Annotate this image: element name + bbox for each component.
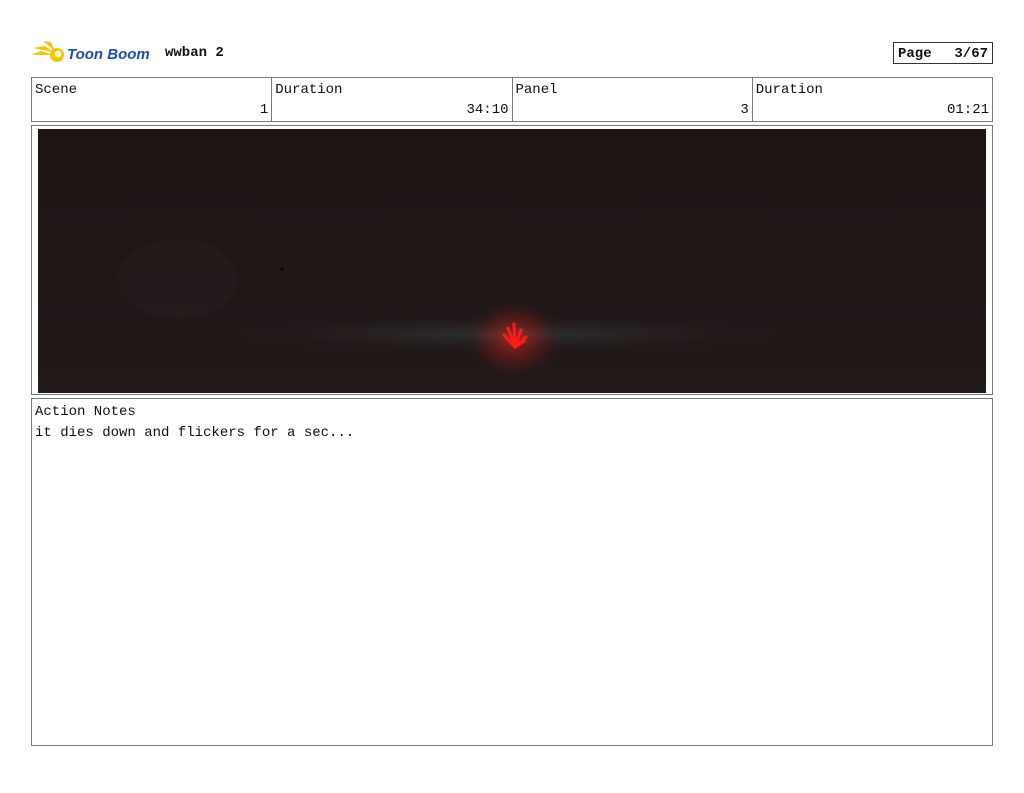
scene-duration-cell: Duration 34:10 bbox=[272, 78, 513, 121]
scene-value: 1 bbox=[259, 102, 269, 118]
storyboard-drawing bbox=[38, 129, 986, 393]
project-name: wwban 2 bbox=[165, 45, 224, 61]
toon-boom-logo: Toon Boom bbox=[31, 38, 156, 70]
action-notes-text: it dies down and flickers for a sec... bbox=[35, 425, 355, 441]
panel-duration-label: Duration bbox=[755, 82, 823, 98]
toon-boom-logo-icon: Toon Boom bbox=[31, 41, 150, 63]
page-label: Page bbox=[898, 46, 932, 62]
panel-value: 3 bbox=[740, 102, 749, 118]
panel-duration-value: 01:21 bbox=[946, 102, 989, 118]
page-indicator: Page 3/67 bbox=[893, 42, 993, 64]
scene-cell: Scene 1 bbox=[32, 78, 273, 121]
logo-text: Toon Boom bbox=[67, 46, 150, 63]
page-header: Toon Boom wwban 2 Page 3/67 bbox=[31, 38, 993, 70]
action-notes-title: Action Notes bbox=[35, 404, 136, 420]
action-notes-box: Action Notes it dies down and flickers f… bbox=[31, 398, 993, 746]
page-number: 3/67 bbox=[954, 46, 988, 62]
panel-cell: Panel 3 bbox=[513, 78, 753, 121]
panel-duration-cell: Duration 01:21 bbox=[753, 78, 992, 121]
panel-label: Panel bbox=[515, 82, 558, 98]
panel-image bbox=[38, 129, 986, 393]
panel-info-row: Scene 1 Duration 34:10 Panel 3 Duration … bbox=[31, 77, 993, 122]
scene-duration-value: 34:10 bbox=[466, 102, 509, 118]
scene-duration-label: Duration bbox=[275, 82, 343, 98]
panel-image-frame bbox=[31, 125, 993, 395]
scene-label: Scene bbox=[35, 82, 78, 98]
